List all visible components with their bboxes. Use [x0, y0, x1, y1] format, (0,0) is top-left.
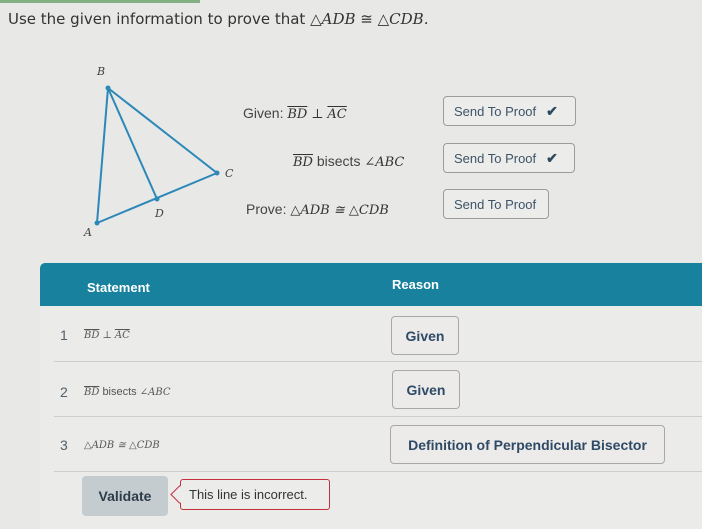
segment-bd: BD	[293, 155, 313, 170]
segment-ac: AC	[114, 330, 130, 341]
perpendicular-symbol: ⊥	[102, 330, 112, 341]
triangle-cdb: △CDB.	[377, 10, 429, 28]
send-to-proof-button-2[interactable]: Send To Proof ✔	[443, 143, 575, 173]
reason-box-3[interactable]: Definition of Perpendicular Bisector	[390, 425, 665, 464]
segment-bd	[107, 87, 158, 200]
given-perpendicular: Given: BD ⊥ AC	[243, 105, 347, 122]
check-icon: ✔	[546, 102, 558, 119]
send-to-proof-label: Send To Proof	[454, 196, 537, 212]
segment-ac: AC	[327, 107, 347, 122]
segment-bd: BD	[84, 330, 100, 341]
prove-label: Prove:	[246, 201, 287, 217]
progress-bar	[0, 0, 200, 3]
table-row: 1 BD ⊥ AC	[54, 307, 702, 362]
angle-abc: ∠ABC	[139, 387, 171, 398]
label-a: A	[83, 226, 92, 239]
validate-button[interactable]: Validate	[82, 476, 168, 516]
row-statement: △ADB ≅ △CDB	[84, 439, 160, 451]
row-statement: BD bisects ∠ABC	[84, 386, 171, 398]
angle-abc: ∠ABC	[364, 155, 405, 170]
header-statement: Statement	[87, 280, 150, 295]
row-number: 3	[60, 437, 68, 453]
row-statement: BD ⊥ AC	[84, 329, 130, 341]
reason-text: Given	[406, 381, 446, 398]
send-to-proof-button-1[interactable]: Send To Proof ✔	[443, 96, 576, 126]
send-to-proof-label: Send To Proof	[454, 103, 537, 119]
congruent-symbol: ≅	[360, 10, 373, 28]
perpendicular-symbol: ⊥	[311, 107, 324, 122]
row-number: 1	[60, 327, 68, 343]
given-label: Given:	[243, 105, 284, 121]
table-row: 2 BD bisects ∠ABC	[54, 362, 702, 417]
prove-expression: △ADB ≅ △CDB	[290, 203, 389, 218]
segment-bd: BD	[287, 107, 308, 122]
bisects-text: bisects	[316, 153, 361, 169]
label-c: C	[225, 167, 234, 180]
triangle-adb: △ADB	[310, 10, 356, 28]
triangle-diagram: B C D A	[83, 65, 234, 239]
congruence-expression: △ADB ≅ △CDB	[84, 440, 160, 451]
instruction-label: Use the given information to prove that	[8, 10, 306, 28]
point-d	[154, 196, 160, 202]
prove-statement: Prove: △ADB ≅ △CDB	[246, 201, 389, 218]
instruction-text: Use the given information to prove that …	[8, 10, 428, 28]
segment-bc	[107, 87, 218, 174]
error-message: This line is incorrect.	[189, 487, 308, 502]
row-number: 2	[60, 384, 68, 400]
send-to-proof-button-3[interactable]: Send To Proof	[443, 189, 549, 219]
segment-bd: BD	[84, 387, 100, 398]
point-c	[214, 170, 220, 176]
reason-text: Definition of Perpendicular Bisector	[408, 436, 647, 453]
error-tooltip: This line is incorrect.	[180, 479, 330, 510]
header-reason: Reason	[392, 277, 439, 292]
send-to-proof-label: Send To Proof	[454, 150, 537, 166]
label-d: D	[154, 207, 164, 220]
bisects-text: bisects	[102, 386, 137, 398]
reason-box-2[interactable]: Given	[392, 370, 460, 409]
check-icon: ✔	[546, 149, 558, 166]
reason-text: Given	[405, 327, 445, 344]
reason-box-1[interactable]: Given	[391, 316, 459, 355]
point-b	[105, 85, 111, 91]
segment-ba	[96, 87, 109, 224]
label-b: B	[96, 65, 105, 78]
given-bisects: BD bisects ∠ABC	[293, 153, 404, 170]
table-header: Statement Reason	[40, 263, 702, 306]
point-a	[94, 220, 100, 226]
